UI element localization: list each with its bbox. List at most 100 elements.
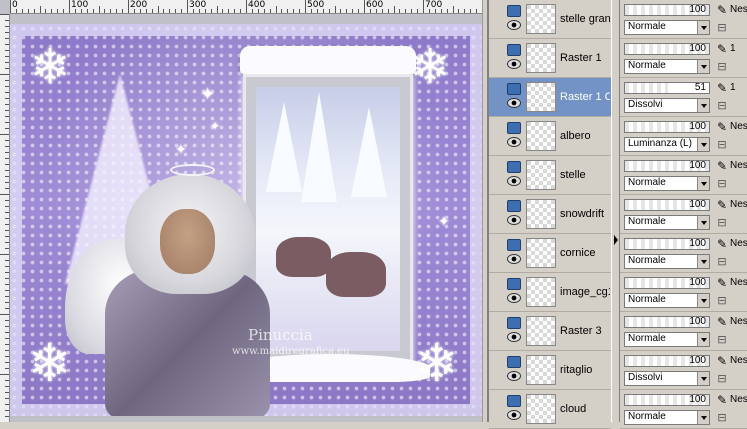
edit-mask-icon[interactable]: ✎ (715, 315, 729, 329)
blend-mode-select[interactable]: Normale (624, 254, 710, 269)
chevron-down-icon[interactable] (697, 372, 709, 385)
layer-name[interactable]: Raster 1 Om (560, 91, 610, 103)
opacity-slider[interactable]: 51 (624, 82, 710, 94)
opacity-slider[interactable]: 100 (624, 43, 710, 55)
layer-thumbnail[interactable] (526, 316, 556, 346)
layer-row[interactable]: albero (489, 117, 611, 156)
layer-visibility-icon[interactable] (507, 83, 521, 95)
lock-icon[interactable]: ⊟ (715, 177, 729, 191)
layer-visibility-icon[interactable] (507, 44, 521, 56)
layer-row[interactable]: image_cg1 (489, 273, 611, 312)
eye-icon[interactable] (507, 371, 521, 381)
layer-visibility-icon[interactable] (507, 239, 521, 251)
image-canvas[interactable]: ❄ ❄ ❄ ❄ ✦ ✦ ✦ ✦ Pinuccia www.maidiregraf… (10, 24, 482, 416)
eye-icon[interactable] (507, 293, 521, 303)
layer-row[interactable]: Raster 1 Om (489, 78, 611, 117)
layer-row[interactable]: stelle (489, 156, 611, 195)
expand-arrow-icon[interactable] (614, 235, 618, 245)
layer-row[interactable]: stelle grandi (489, 0, 611, 39)
opacity-slider[interactable]: 100 (624, 316, 710, 328)
blend-mode-select[interactable]: Normale (624, 59, 710, 74)
layer-row[interactable]: snowdrift (489, 195, 611, 234)
layer-name[interactable]: cornice (560, 247, 610, 259)
eye-icon[interactable] (507, 176, 521, 186)
layer-visibility-icon[interactable] (507, 356, 521, 368)
layer-name[interactable]: stelle grandi (560, 13, 610, 25)
lock-icon[interactable]: ⊟ (715, 294, 729, 308)
opacity-slider[interactable]: 100 (624, 160, 710, 172)
layer-name[interactable]: albero (560, 130, 610, 142)
opacity-slider[interactable]: 100 (624, 394, 710, 406)
lock-icon[interactable]: ⊟ (715, 255, 729, 269)
eye-icon[interactable] (507, 215, 521, 225)
blend-mode-select[interactable]: Normale (624, 20, 710, 35)
opacity-slider[interactable]: 100 (624, 199, 710, 211)
lock-icon[interactable]: ⊟ (715, 21, 729, 35)
layer-name[interactable]: Raster 3 (560, 325, 610, 337)
edit-mask-icon[interactable]: ✎ (715, 3, 729, 17)
layer-name[interactable]: snowdrift (560, 208, 610, 220)
layer-visibility-icon[interactable] (507, 122, 521, 134)
edit-mask-icon[interactable]: ✎ (715, 120, 729, 134)
chevron-down-icon[interactable] (697, 255, 709, 268)
chevron-down-icon[interactable] (697, 177, 709, 190)
eye-icon[interactable] (507, 59, 521, 69)
eye-icon[interactable] (507, 20, 521, 30)
edit-mask-icon[interactable]: ✎ (715, 276, 729, 290)
lock-icon[interactable]: ⊟ (715, 99, 729, 113)
panel-splitter[interactable] (611, 0, 620, 422)
layer-visibility-icon[interactable] (507, 317, 521, 329)
chevron-down-icon[interactable] (697, 60, 709, 73)
opacity-slider[interactable]: 100 (624, 238, 710, 250)
blend-mode-select[interactable]: Normale (624, 293, 710, 308)
edit-mask-icon[interactable]: ✎ (715, 42, 729, 56)
layer-row[interactable]: Raster 1 (489, 39, 611, 78)
layer-name[interactable]: image_cg1 (560, 286, 610, 298)
layer-thumbnail[interactable] (526, 121, 556, 151)
layer-thumbnail[interactable] (526, 160, 556, 190)
lock-icon[interactable]: ⊟ (715, 411, 729, 425)
layer-row[interactable]: ritaglio (489, 351, 611, 390)
chevron-down-icon[interactable] (697, 138, 709, 151)
opacity-slider[interactable]: 100 (624, 277, 710, 289)
edit-mask-icon[interactable]: ✎ (715, 354, 729, 368)
layer-thumbnail[interactable] (526, 277, 556, 307)
blend-mode-select[interactable]: Normale (624, 410, 710, 425)
edit-mask-icon[interactable]: ✎ (715, 237, 729, 251)
eye-icon[interactable] (507, 137, 521, 147)
edit-mask-icon[interactable]: ✎ (715, 393, 729, 407)
layer-visibility-icon[interactable] (507, 5, 521, 17)
layer-name[interactable]: Raster 1 (560, 52, 610, 64)
layer-name[interactable]: cloud (560, 403, 610, 415)
layer-name[interactable]: ritaglio (560, 364, 610, 376)
blend-mode-select[interactable]: Luminanza (L) (624, 137, 710, 152)
layer-visibility-icon[interactable] (507, 200, 521, 212)
chevron-down-icon[interactable] (697, 411, 709, 424)
chevron-down-icon[interactable] (697, 294, 709, 307)
chevron-down-icon[interactable] (697, 21, 709, 34)
opacity-slider[interactable]: 100 (624, 4, 710, 16)
canvas-pane[interactable]: 0 100 200 300 400 500 600 700 ❄ ❄ ❄ ❄ ✦ ✦ ✦ ✦ P… (0, 0, 487, 422)
edit-mask-icon[interactable]: ✎ (715, 159, 729, 173)
layer-visibility-icon[interactable] (507, 161, 521, 173)
eye-icon[interactable] (507, 254, 521, 264)
layer-thumbnail[interactable] (526, 238, 556, 268)
opacity-slider[interactable]: 100 (624, 121, 710, 133)
lock-icon[interactable]: ⊟ (715, 216, 729, 230)
edit-mask-icon[interactable]: ✎ (715, 81, 729, 95)
layer-name[interactable]: stelle (560, 169, 610, 181)
layer-thumbnail[interactable] (526, 43, 556, 73)
blend-mode-select[interactable]: Normale (624, 332, 710, 347)
layer-row[interactable]: cloud (489, 390, 611, 429)
chevron-down-icon[interactable] (697, 216, 709, 229)
layer-row[interactable]: Raster 3 (489, 312, 611, 351)
chevron-down-icon[interactable] (697, 99, 709, 112)
blend-mode-select[interactable]: Dissolvi (624, 98, 710, 113)
opacity-slider[interactable]: 100 (624, 355, 710, 367)
chevron-down-icon[interactable] (697, 333, 709, 346)
lock-icon[interactable]: ⊟ (715, 60, 729, 74)
layer-thumbnail[interactable] (526, 82, 556, 112)
layer-row[interactable]: cornice (489, 234, 611, 273)
lock-icon[interactable]: ⊟ (715, 138, 729, 152)
lock-icon[interactable]: ⊟ (715, 333, 729, 347)
